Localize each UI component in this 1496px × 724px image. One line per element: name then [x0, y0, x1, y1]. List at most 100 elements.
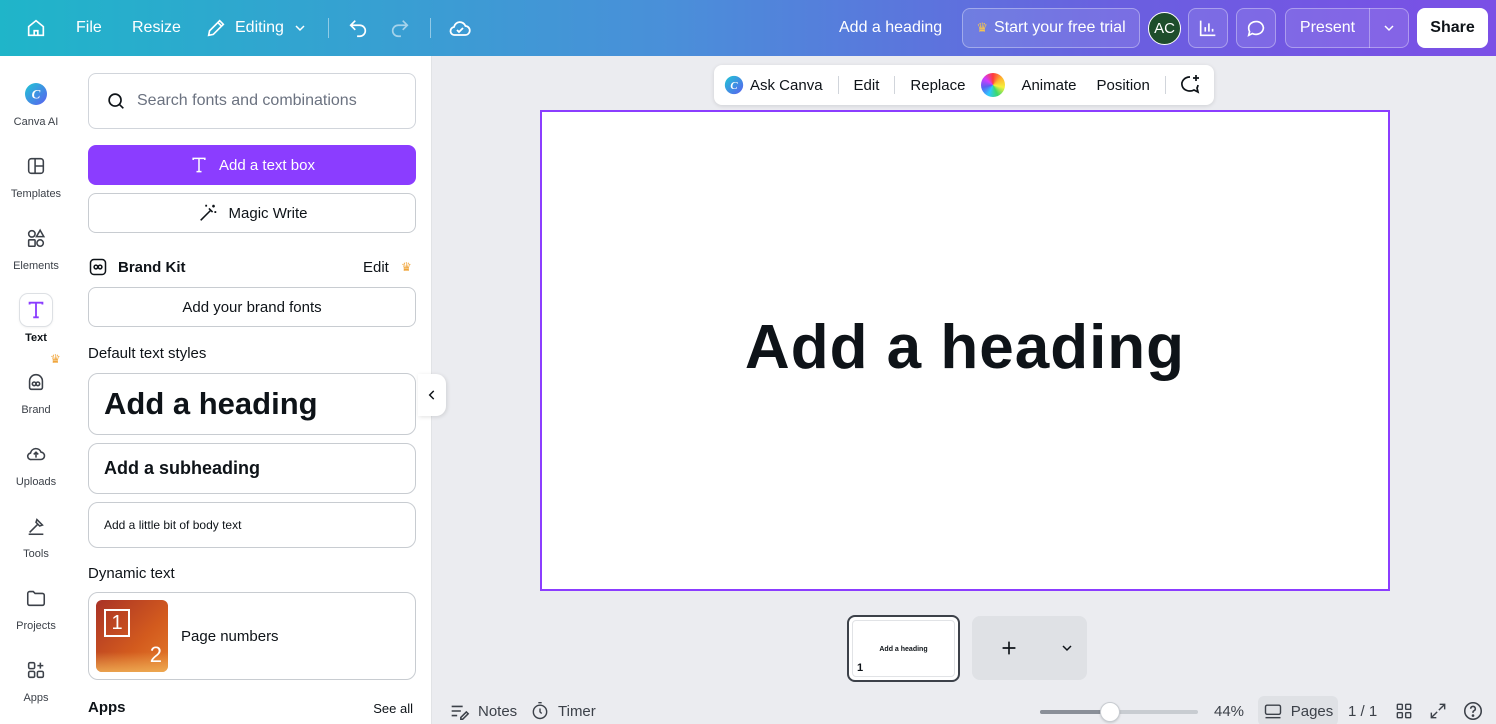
replace-button[interactable]: Replace [910, 77, 965, 94]
heading-style-card[interactable]: Add a heading [88, 373, 416, 435]
ask-canva-button[interactable]: C Ask Canva [724, 75, 823, 95]
canva-ai-icon: C [724, 75, 744, 95]
context-divider [1164, 76, 1166, 94]
rail-item-templates[interactable]: Templates [0, 150, 72, 214]
pages-label: Pages [1290, 702, 1334, 720]
magic-write-button[interactable]: Magic Write [88, 193, 416, 233]
add-text-box-label: Add a text box [219, 156, 315, 174]
file-menu[interactable]: File [76, 0, 102, 56]
present-options-button[interactable] [1370, 20, 1408, 36]
help-icon[interactable] [1462, 698, 1484, 724]
svg-text:C: C [730, 80, 738, 92]
redo-icon[interactable] [380, 8, 420, 48]
toolbar-divider [430, 18, 431, 38]
pages-icon [1264, 704, 1281, 719]
subheading-style-card[interactable]: Add a subheading [88, 443, 416, 494]
grid-view-icon[interactable] [1394, 698, 1414, 724]
text-icon [20, 294, 52, 326]
add-page-button[interactable] [972, 637, 1046, 659]
zoom-value[interactable]: 44% [1214, 698, 1244, 724]
page-thumbnail[interactable]: Add a heading 1 [847, 615, 960, 682]
rail-label: Projects [16, 620, 56, 632]
elements-icon [20, 222, 52, 254]
chevron-down-icon [1061, 645, 1072, 652]
share-button[interactable]: Share [1417, 8, 1488, 48]
bottom-bar: Notes Timer 44% Pages 1 / 1 [432, 696, 1496, 724]
resize-button[interactable]: Resize [132, 0, 181, 56]
edit-button[interactable]: Edit [854, 77, 880, 94]
add-page-options-button[interactable] [1046, 640, 1087, 656]
rail-item-canva-ai[interactable]: C Canva AI [0, 78, 72, 142]
brand-icon [20, 366, 52, 398]
rail-item-text[interactable]: Text [0, 294, 72, 358]
page-numbers-card[interactable]: 1 2 Page numbers [88, 592, 416, 680]
position-button[interactable]: Position [1096, 77, 1149, 94]
editing-mode-dropdown[interactable]: Editing [205, 0, 308, 56]
ask-canva-label: Ask Canva [750, 76, 823, 94]
add-comment-icon[interactable] [1178, 73, 1202, 97]
dynamic-text-title: Dynamic text [88, 565, 175, 582]
avatar[interactable]: AC [1148, 12, 1181, 45]
magic-write-label: Magic Write [228, 204, 308, 222]
context-divider [894, 76, 896, 94]
cloud-saved-icon[interactable] [440, 8, 480, 48]
see-all-link[interactable]: See all [373, 701, 413, 716]
pages-button[interactable]: Pages [1258, 696, 1338, 724]
present-label: Present [1299, 19, 1356, 36]
design-title[interactable]: Add a heading [839, 0, 942, 56]
chevron-down-icon [295, 25, 305, 32]
rail-label: Text [25, 332, 47, 344]
bar-chart-icon [1199, 20, 1216, 37]
rail-label: Uploads [15, 476, 57, 488]
brand-icon [89, 258, 107, 276]
rail-item-apps[interactable]: Apps [0, 654, 72, 718]
heading-text-element[interactable]: Add a heading [542, 312, 1388, 383]
body-text-style-card[interactable]: Add a little bit of body text [88, 502, 416, 548]
insights-button[interactable] [1188, 8, 1228, 48]
rail-label: Tools [23, 548, 49, 560]
rail-label: Canva AI [13, 116, 59, 128]
timer-button[interactable]: Timer [530, 698, 596, 724]
page-numbers-label: Page numbers [181, 627, 279, 645]
rail-item-brand[interactable]: Brand [0, 366, 72, 430]
present-button[interactable]: Present [1285, 8, 1409, 48]
text-panel: Add a text box Magic Write Brand Kit Edi… [72, 56, 432, 724]
brand-kit-edit-link[interactable]: Edit [363, 259, 389, 276]
timer-label: Timer [558, 702, 596, 720]
svg-text:C: C [32, 87, 41, 102]
notes-icon [451, 705, 470, 721]
canva-ai-icon: C [20, 78, 52, 110]
undo-icon[interactable] [338, 8, 378, 48]
uploads-icon [20, 438, 52, 470]
apps-icon [20, 654, 52, 686]
apps-title: Apps [88, 699, 126, 716]
free-trial-label: Start your free trial [994, 19, 1126, 36]
color-wheel-icon[interactable] [981, 73, 1006, 97]
rail-item-tools[interactable]: Tools [0, 510, 72, 574]
body-text-style-label: Add a little bit of body text [104, 518, 242, 532]
zoom-slider[interactable] [1040, 702, 1198, 722]
fullscreen-icon[interactable] [1428, 698, 1448, 724]
free-trial-button[interactable]: ♛ Start your free trial [962, 8, 1140, 48]
notes-label: Notes [478, 702, 518, 720]
rail-item-elements[interactable]: Elements [0, 222, 72, 286]
rail-label: Templates [10, 188, 62, 200]
collapse-panel-button[interactable] [418, 374, 446, 416]
zoom-slider-handle[interactable] [1099, 702, 1120, 722]
heading-style-label: Add a heading [104, 386, 318, 421]
comments-button[interactable] [1236, 8, 1276, 48]
rail-item-projects[interactable]: Projects [0, 582, 72, 646]
page-thumbnail-preview: Add a heading 1 [852, 620, 955, 677]
notes-button[interactable]: Notes [448, 698, 517, 724]
add-text-box-button[interactable]: Add a text box [88, 145, 416, 185]
rail-item-uploads[interactable]: Uploads [0, 438, 72, 502]
page-numbers-thumbnail: 1 2 [96, 600, 168, 672]
home-icon[interactable] [16, 8, 56, 48]
add-brand-fonts-button[interactable]: Add your brand fonts [88, 287, 416, 327]
context-divider [837, 76, 839, 94]
brand-kit-title: Brand Kit [118, 258, 186, 276]
animate-button[interactable]: Animate [1021, 77, 1076, 94]
font-search[interactable] [88, 73, 416, 129]
search-input[interactable] [137, 92, 397, 110]
design-page[interactable]: Add a heading [540, 110, 1390, 591]
